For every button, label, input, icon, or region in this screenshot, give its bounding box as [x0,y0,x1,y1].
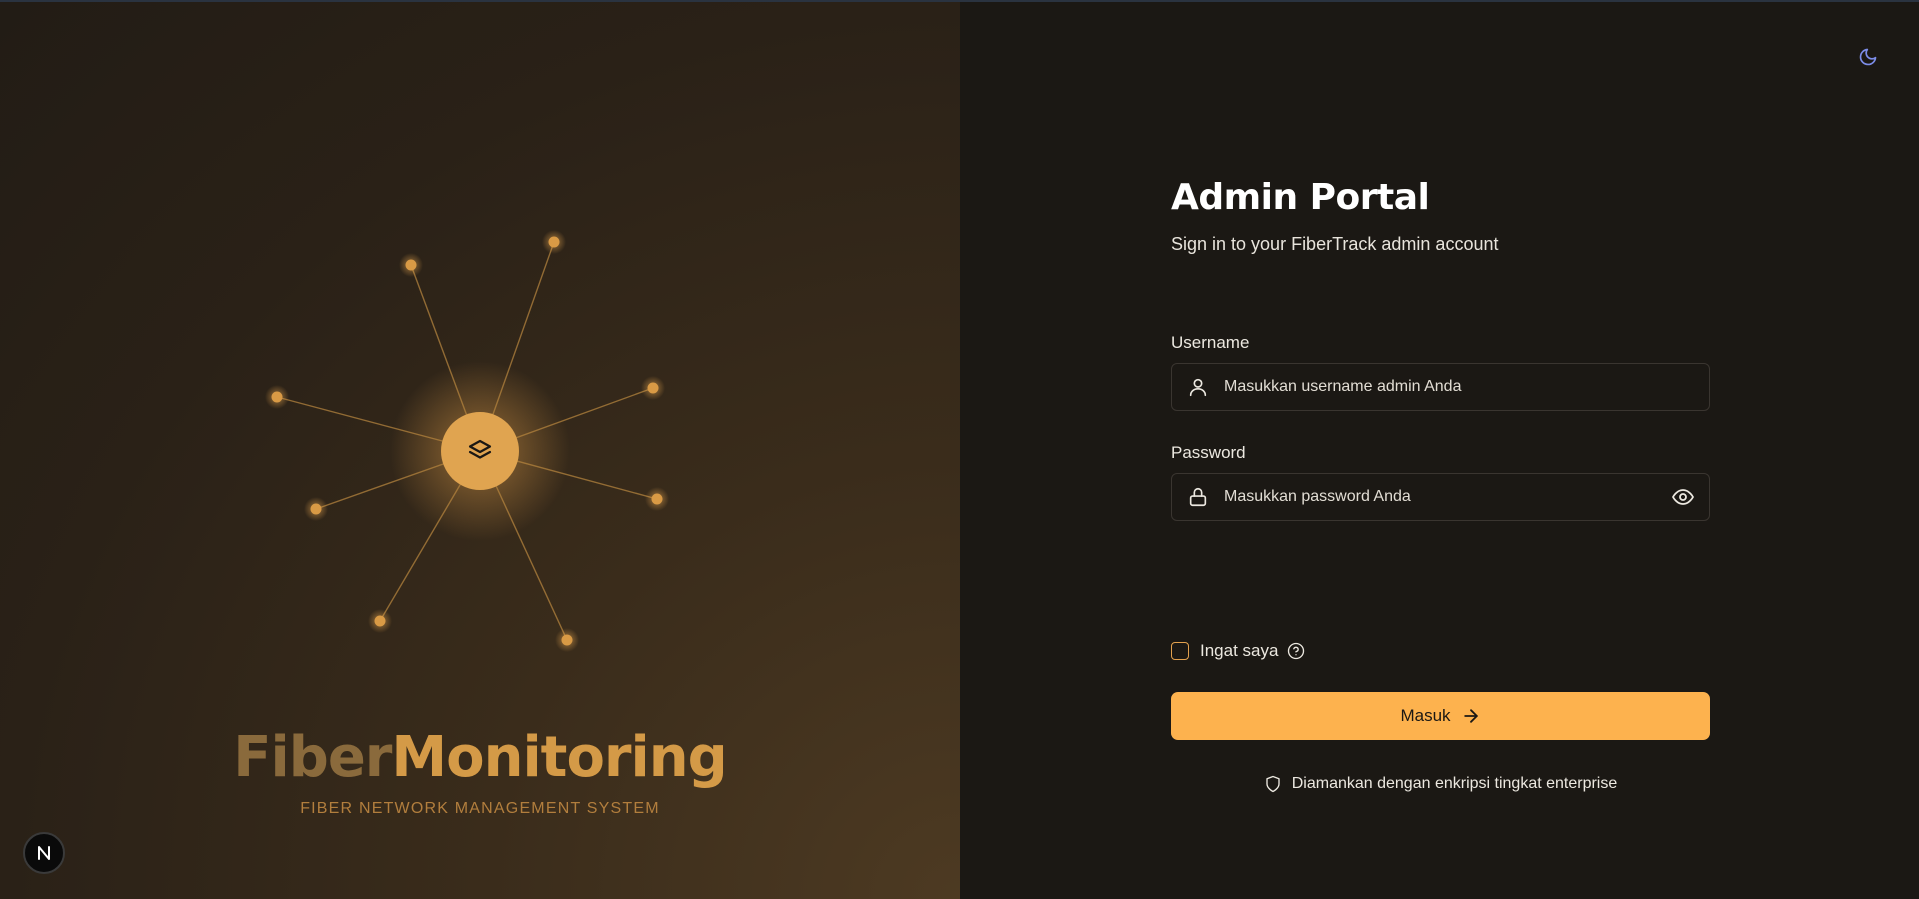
moon-icon [1859,48,1877,66]
fiber-node [548,236,560,248]
fiber-node [651,493,663,505]
username-field[interactable] [1171,363,1710,411]
remember-me-row: Ingat saya [1171,641,1305,661]
fiber-node [647,382,659,394]
brand-wordmark: FiberMonitoring [0,725,960,790]
fiber-node [561,634,573,646]
submit-button[interactable]: Masuk [1171,692,1710,740]
username-label: Username [1171,333,1250,352]
login-form: Admin Portal Sign in to your FiberTrack … [1171,172,1710,793]
fiber-node [405,259,417,271]
remember-me-checkbox[interactable] [1171,642,1189,660]
username-input[interactable] [1224,378,1709,396]
theme-toggle-button[interactable] [1854,43,1882,71]
user-icon [1172,376,1224,398]
password-label: Password [1171,443,1246,462]
page-subtitle: Sign in to your FiberTrack admin account [1171,234,1499,254]
eye-icon[interactable] [1657,474,1709,520]
next-dev-badge[interactable] [23,832,65,874]
fiber-node [310,503,322,515]
security-note: Diamankan dengan enkripsi tingkat enterp… [1171,775,1710,793]
brand-panel: FiberMonitoring FIBER NETWORK MANAGEMENT… [0,2,960,899]
shield-icon [1264,775,1282,793]
help-circle-icon[interactable] [1287,642,1305,660]
password-field[interactable] [1171,473,1710,521]
brand-part-fiber: Fiber [233,725,392,790]
brand-part-monitoring: Monitoring [391,725,727,790]
security-note-text: Diamankan dengan enkripsi tingkat enterp… [1291,775,1618,792]
brand-tagline: FIBER NETWORK MANAGEMENT SYSTEM [300,800,660,817]
password-input[interactable] [1224,488,1657,506]
arrow-right-icon [1461,706,1481,726]
fiber-node [271,391,283,403]
fiber-node [374,615,386,627]
submit-label: Masuk [1400,706,1451,725]
remember-me-label[interactable]: Ingat saya [1200,641,1278,661]
page-title: Admin Portal [1171,177,1430,218]
lock-icon [1172,486,1224,508]
next-logo-icon [38,846,50,860]
